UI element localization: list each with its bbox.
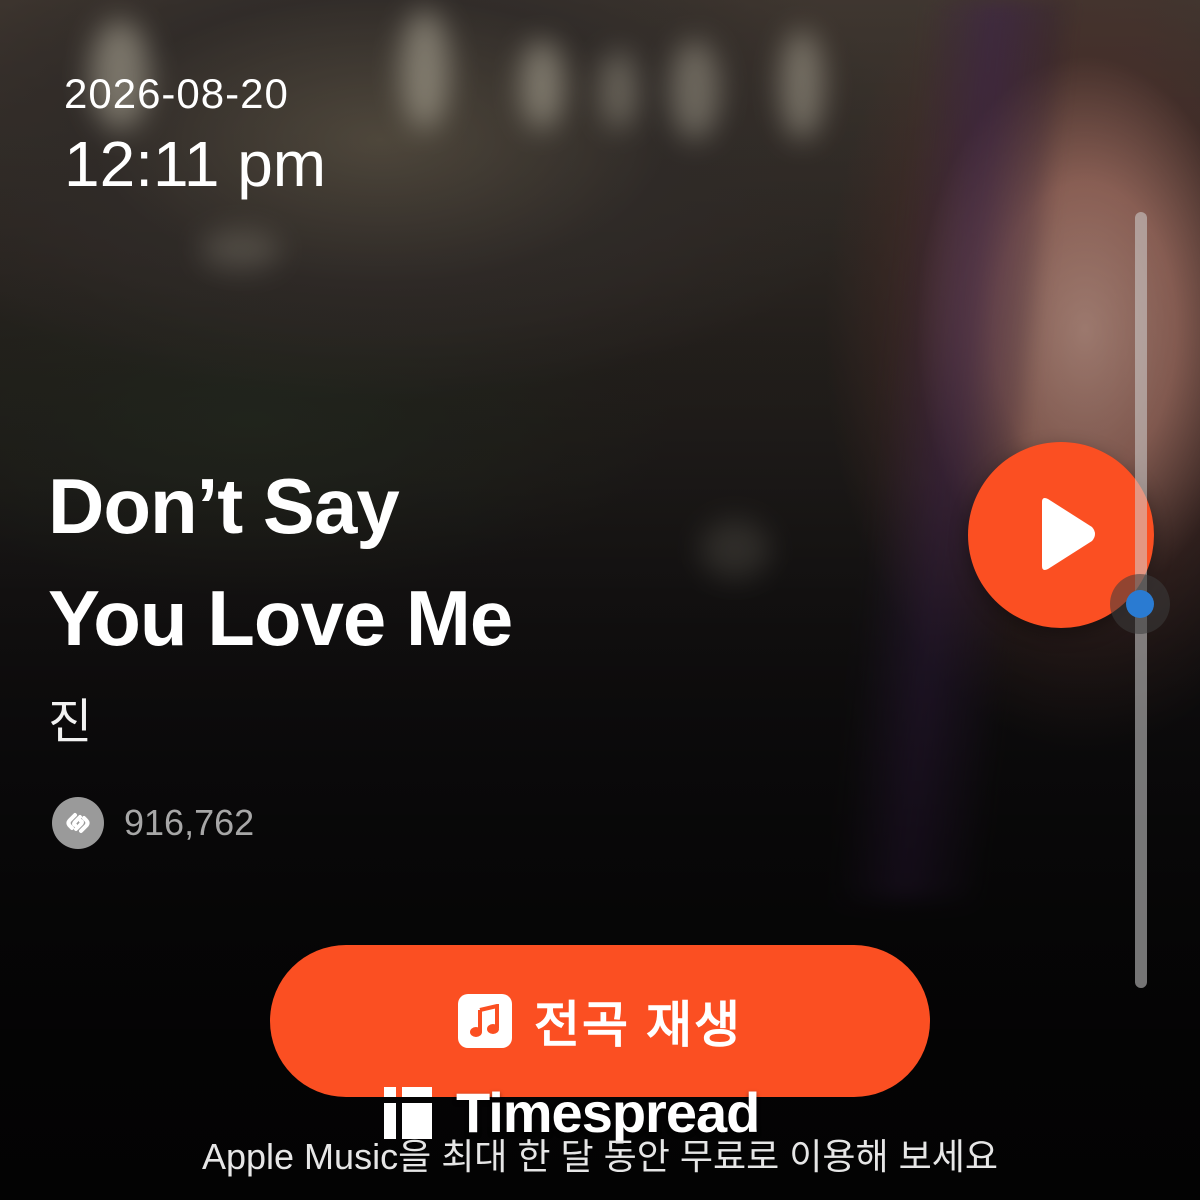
shazam-count-value: 916,762: [124, 802, 255, 843]
play-all-label: 전곡 재생: [534, 997, 742, 1053]
song-title-line-2: You Love Me: [48, 574, 513, 662]
apple-music-note-icon: [458, 994, 513, 1048]
scrubber-knob[interactable]: [1126, 590, 1154, 618]
date-time-overlay: 2026-08-20 12:11 pm: [64, 70, 326, 204]
play-icon: [1042, 498, 1095, 570]
time-text: 12:11 pm: [64, 128, 327, 200]
date-text: 2026-08-20: [64, 70, 289, 117]
song-title: Don’t Say You Love Me: [48, 450, 748, 674]
apple-music-promo-text[interactable]: Apple Music을 최대 한 달 동안 무료로 이용해 보세요: [0, 1128, 1200, 1180]
artist-name[interactable]: 진: [48, 682, 92, 752]
song-title-line-1: Don’t Say: [48, 462, 400, 550]
play-all-button[interactable]: 전곡 재생: [270, 945, 930, 1097]
shazam-icon: [52, 797, 104, 849]
shazam-count: 916,762: [52, 797, 254, 849]
